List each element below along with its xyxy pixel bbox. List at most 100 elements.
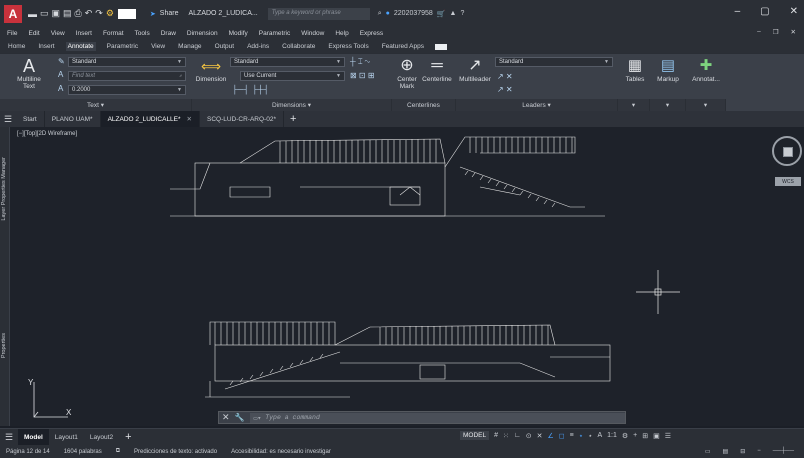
quick-properties-icon[interactable]: ▣ — [653, 432, 660, 440]
share-button[interactable]: ➤ Share — [150, 10, 179, 18]
grid-icon[interactable]: # — [494, 432, 498, 439]
new-icon[interactable]: ▬ — [28, 9, 37, 19]
menu-format[interactable]: Format — [103, 30, 124, 37]
tab-manage[interactable]: Manage — [176, 42, 204, 51]
annotation-scaling-button[interactable]: ✚ Annotat... — [688, 56, 724, 83]
wcs-menu[interactable]: WCS — [775, 177, 801, 186]
tab-express-tools[interactable]: Express Tools — [326, 42, 370, 51]
centerline-button[interactable]: ═ Centerline — [420, 56, 454, 83]
menu-help[interactable]: Help — [335, 30, 348, 37]
find-search-icon[interactable]: ⌕ — [179, 73, 182, 79]
menu-express[interactable]: Express — [360, 30, 383, 37]
new-tab-icon[interactable]: + — [290, 113, 296, 125]
isodraft-icon[interactable]: ✕ — [537, 432, 543, 440]
hamburger-icon[interactable]: ☰ — [0, 432, 18, 443]
ortho-icon[interactable]: ∟ — [514, 432, 521, 439]
model-space-button[interactable]: MODEL — [460, 431, 490, 440]
layout-tab-layout1[interactable]: Layout1 — [49, 429, 84, 446]
new-layout-icon[interactable]: + — [125, 431, 131, 443]
markup-panel-footer[interactable]: ▾ — [650, 99, 686, 111]
dim-tools-icon[interactable]: ┼ ⌶ ∿ — [350, 57, 370, 67]
align-leader-icon[interactable]: ↗ ✕ — [497, 85, 513, 94]
tab-collaborate[interactable]: Collaborate — [280, 42, 317, 51]
multiline-text-button[interactable]: A Multiline Text — [14, 56, 44, 90]
save-as-icon[interactable]: ▤ — [63, 8, 72, 19]
text-panel-footer[interactable]: Text ▾ — [0, 99, 192, 111]
print-icon[interactable]: ⎙ — [75, 8, 82, 19]
drawing-restore-icon[interactable]: ❐ — [773, 28, 779, 36]
tab-view[interactable]: View — [149, 42, 167, 51]
text-style-select[interactable]: Standard ▼ — [68, 57, 186, 67]
focus-icon[interactable]: ▭ — [705, 448, 711, 455]
help-icon[interactable]: ? — [460, 10, 464, 17]
save-icon[interactable]: ▣ — [52, 8, 61, 19]
dim-linear-icon[interactable]: ├─┤ — [232, 85, 249, 94]
file-tab-alzado[interactable]: ALZADO 2_LUDICALLE* ✕ — [100, 111, 200, 127]
text-height-select[interactable]: 0.2000 ▼ — [68, 85, 186, 95]
dim-break-icon[interactable]: ⊠ ⊡ ⊞ — [350, 71, 375, 80]
tab-annotate[interactable]: Annotate — [65, 42, 96, 51]
dim-continue-icon[interactable]: ├┼┤ — [252, 85, 269, 94]
search-input[interactable]: Type a keyword or phrase — [267, 7, 370, 20]
file-tab-scq[interactable]: SCQ-LUD-CR-ARQ-02* — [200, 111, 284, 127]
annotation-visibility-icon[interactable]: ⋆ — [579, 432, 583, 440]
tables-panel-footer[interactable]: ▾ — [618, 99, 650, 111]
leader-style-select[interactable]: Standard ▼ — [495, 57, 613, 67]
dim-style-select[interactable]: Standard ▼ — [230, 57, 345, 67]
ribbon-minimize-toggle[interactable] — [435, 43, 447, 50]
find-text-input[interactable]: Find text ⌕ — [68, 71, 186, 81]
add-leader-icon[interactable]: ↗ ✕ — [497, 72, 513, 81]
menu-dimension[interactable]: Dimension — [187, 30, 218, 37]
open-icon[interactable]: ▭ — [40, 8, 49, 19]
drawing-close-icon[interactable]: ✕ — [791, 28, 796, 36]
menu-parametric[interactable]: Parametric — [259, 30, 290, 37]
menu-view[interactable]: View — [51, 30, 65, 37]
viewport-controls[interactable]: [−][Top][2D Wireframe] — [17, 131, 77, 137]
centerlines-panel-footer[interactable]: Centerlines — [392, 99, 456, 111]
tab-featured-apps[interactable]: Featured Apps — [380, 42, 426, 51]
proofing-icon[interactable]: ⧉ — [116, 448, 120, 455]
properties-palette-label[interactable]: Properties — [1, 333, 7, 358]
zoom-slider[interactable]: ──┼── — [773, 448, 794, 455]
annotation-autoscale-icon[interactable]: ⋆ — [588, 432, 592, 440]
annotation-panel-footer[interactable]: ▾ — [686, 99, 726, 111]
polar-icon[interactable]: ⊙ — [526, 432, 532, 440]
web-layout-icon[interactable]: ⊟ — [740, 448, 745, 455]
units-icon[interactable]: ⊞ — [642, 432, 648, 440]
command-prompt-icon[interactable]: ▭▾ — [254, 414, 266, 422]
search-icon[interactable]: ⌕ — [378, 10, 382, 18]
leaders-panel-footer[interactable]: Leaders ▾ — [456, 99, 618, 111]
dimensions-panel-footer[interactable]: Dimensions ▾ — [192, 99, 392, 111]
autodesk-icon[interactable]: ▲ — [450, 10, 457, 17]
page-count[interactable]: Página 12 de 14 — [6, 449, 50, 455]
print-layout-icon[interactable]: ▤ — [723, 448, 729, 455]
snap-icon[interactable]: ⁙ — [503, 432, 509, 440]
tab-home[interactable]: Home — [6, 42, 27, 51]
add-icon[interactable]: + — [633, 432, 637, 439]
customize-icon[interactable]: 🔧 — [235, 413, 245, 422]
menu-tools[interactable]: Tools — [135, 30, 150, 37]
redo-icon[interactable]: ↷ — [95, 8, 103, 19]
text-predictions[interactable]: Predicciones de texto: activado — [134, 449, 217, 455]
file-tab-start[interactable]: Start — [16, 111, 45, 127]
word-count[interactable]: 1604 palabras — [64, 449, 102, 455]
lineweight-icon[interactable]: ≡ — [570, 432, 574, 439]
drawing-canvas[interactable]: Y X — [10, 127, 804, 426]
user-account[interactable]: ⌕ ● 2202037958 🛒 ▲ ? — [378, 10, 465, 18]
app-menu-button[interactable]: A — [4, 4, 22, 23]
annotation-scale-value[interactable]: 1:1 — [607, 432, 617, 439]
menu-edit[interactable]: Edit — [28, 30, 39, 37]
cart-icon[interactable]: 🛒 — [437, 10, 446, 18]
object-snap-icon[interactable]: ◻ — [559, 432, 565, 440]
dim-layer-select[interactable]: Use Current ▼ — [240, 71, 345, 81]
menu-modify[interactable]: Modify — [229, 30, 248, 37]
menu-window[interactable]: Window — [301, 30, 324, 37]
tab-output[interactable]: Output — [213, 42, 237, 51]
menu-file[interactable]: File — [7, 30, 17, 37]
file-tab-plano-uam[interactable]: PLANO UAM* — [45, 111, 101, 127]
tab-insert[interactable]: Insert — [36, 42, 56, 51]
tab-add-ins[interactable]: Add-ins — [245, 42, 271, 51]
maximize-icon[interactable]: ▢ — [760, 6, 769, 17]
close-icon[interactable]: ✕ — [790, 6, 798, 17]
undo-icon[interactable]: ↶ — [85, 8, 93, 19]
